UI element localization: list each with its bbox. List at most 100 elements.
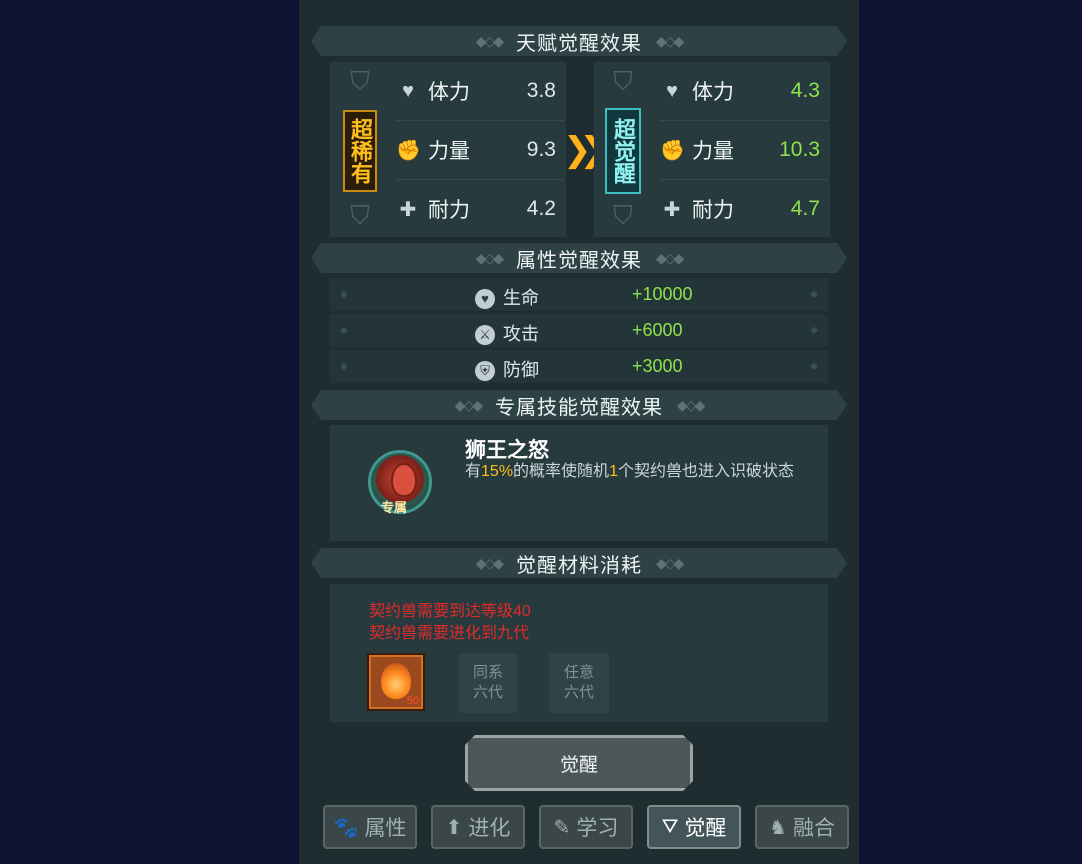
stat-value: 10.3 bbox=[779, 138, 820, 161]
book-icon: ✎ bbox=[553, 816, 571, 839]
sword-icon: ⚔ bbox=[475, 325, 495, 346]
stat-value: 3.8 bbox=[526, 79, 556, 102]
ornament-right-icon: ◆◇◆ bbox=[656, 554, 683, 571]
stat-label: 力量 bbox=[428, 140, 470, 163]
attr-row-hp: ◆ ♥ 生命 +10000 ◆ bbox=[330, 278, 828, 311]
crest-bottom-icon: ⛉ bbox=[613, 200, 633, 230]
stat-row-endurance-before: ✚ 耐力 4.2 bbox=[396, 180, 564, 238]
stat-value: 4.2 bbox=[526, 197, 556, 220]
row-dot-icon: ◆ bbox=[340, 289, 348, 300]
section-banner-talent: ◆◇◆ 天赋觉醒效果 ◆◇◆ bbox=[311, 26, 847, 56]
attr-value: +10000 bbox=[632, 284, 693, 304]
stat-value: 4.3 bbox=[790, 79, 820, 102]
row-dot-icon: ◆ bbox=[810, 289, 818, 300]
attr-value: +3000 bbox=[632, 356, 683, 376]
beast-face-icon: ⛛ bbox=[661, 815, 679, 838]
section-banner-skill: ◆◇◆ 专属技能觉醒效果 ◆◇◆ bbox=[311, 390, 847, 420]
ornament-left-icon: ◆◇◆ bbox=[475, 554, 502, 571]
tab-label: 进化 bbox=[468, 817, 511, 840]
tab-label: 融合 bbox=[792, 817, 835, 840]
material-slot-same-type[interactable]: 同系 六代 bbox=[458, 653, 518, 713]
tab-merge[interactable]: ♞ 融合 bbox=[755, 805, 849, 849]
requirement-evolution: 契约兽需要进化到九代 bbox=[369, 625, 530, 642]
cross-shield-icon: ✚ bbox=[663, 198, 681, 221]
slot-label: 同系 bbox=[472, 664, 503, 681]
slot-label: 任意 bbox=[563, 664, 594, 681]
ornament-right-icon: ◆◇◆ bbox=[656, 249, 683, 266]
stat-row-strength-after: ✊ 力量 10.3 bbox=[660, 121, 828, 179]
attr-label-wrap: ⛨ 防御 bbox=[475, 356, 539, 382]
ornament-left-icon: ◆◇◆ bbox=[475, 249, 502, 266]
requirement-level: 契约兽需要到达等级40 bbox=[369, 603, 531, 620]
row-dot-icon: ◆ bbox=[810, 325, 818, 336]
egg-icon bbox=[391, 463, 417, 497]
tab-attributes[interactable]: 🐾 属性 bbox=[323, 805, 417, 849]
slot-label: 六代 bbox=[563, 684, 594, 701]
section-banner-material: ◆◇◆ 觉醒材料消耗 ◆◇◆ bbox=[311, 548, 847, 578]
stat-value: 4.7 bbox=[790, 197, 820, 220]
attr-label-wrap: ⚔ 攻击 bbox=[475, 320, 539, 346]
attr-label: 防御 bbox=[503, 360, 539, 380]
slot-label: 六代 bbox=[472, 684, 503, 701]
stat-label: 耐力 bbox=[428, 199, 470, 222]
attr-value: +6000 bbox=[632, 320, 683, 340]
skill-description: 有15%的概率使随机1个契约兽也进入识破状态 bbox=[465, 461, 825, 483]
paw-icon: 🐾 bbox=[333, 816, 359, 839]
ornament-left-icon: ◆◇◆ bbox=[454, 396, 481, 413]
stat-label: 耐力 bbox=[692, 199, 734, 222]
heart-shield-icon: ♥ bbox=[475, 289, 495, 310]
awaken-tag-super-awaken: 超觉醒 bbox=[605, 108, 641, 194]
section-banner-attribute: ◆◇◆ 属性觉醒效果 ◆◇◆ bbox=[311, 243, 847, 273]
material-slot-any[interactable]: 任意 六代 bbox=[549, 653, 609, 713]
stat-row-strength-before: ✊ 力量 9.3 bbox=[396, 121, 564, 179]
row-dot-icon: ◆ bbox=[340, 325, 348, 336]
attr-label: 生命 bbox=[503, 288, 539, 308]
ornament-right-icon: ◆◇◆ bbox=[677, 396, 704, 413]
tab-label: 学习 bbox=[576, 817, 619, 840]
tab-learn[interactable]: ✎ 学习 bbox=[539, 805, 633, 849]
material-slot-item[interactable]: 50 bbox=[367, 653, 425, 711]
attr-label: 攻击 bbox=[503, 324, 539, 344]
item-count: 50 bbox=[406, 695, 419, 707]
fist-icon: ✊ bbox=[396, 139, 421, 162]
skill-icon[interactable]: 专属 bbox=[368, 450, 432, 515]
arrow-up-icon: ⬆ bbox=[445, 816, 463, 839]
ornament-right-icon: ◆◇◆ bbox=[656, 32, 683, 49]
ornament-left-icon: ◆◇◆ bbox=[475, 32, 502, 49]
rarity-tag-super-rare: 超稀有 bbox=[343, 110, 377, 192]
attr-label-wrap: ♥ 生命 bbox=[475, 284, 539, 310]
desc-text: 有 bbox=[465, 463, 482, 480]
desc-text: 个契约兽也进入识破状态 bbox=[617, 463, 794, 480]
desc-text: 的概率使随机 bbox=[513, 463, 610, 480]
tab-awaken[interactable]: ⛛ 觉醒 bbox=[647, 805, 741, 849]
skill-name: 狮王之怒 bbox=[465, 439, 549, 462]
crest-top-icon: ⛉ bbox=[613, 66, 633, 96]
double-chevron-right-icon: ❯❯ bbox=[563, 131, 608, 169]
tab-label: 觉醒 bbox=[684, 817, 727, 840]
stat-row-stamina-after: ♥ 体力 4.3 bbox=[660, 62, 828, 120]
section-title: 属性觉醒效果 bbox=[516, 249, 642, 272]
shield-icon: ⛨ bbox=[475, 361, 495, 382]
crest-bottom-icon: ⛉ bbox=[350, 200, 370, 230]
heart-icon: ♥ bbox=[402, 79, 414, 102]
stat-label: 力量 bbox=[692, 140, 734, 163]
heart-icon: ♥ bbox=[666, 79, 678, 102]
fist-icon: ✊ bbox=[660, 139, 685, 162]
section-title: 专属技能觉醒效果 bbox=[495, 396, 663, 419]
flame-icon bbox=[381, 663, 411, 699]
row-dot-icon: ◆ bbox=[810, 361, 818, 372]
exclusive-badge: 专属 bbox=[381, 500, 408, 515]
row-dot-icon: ◆ bbox=[340, 361, 348, 372]
tab-evolve[interactable]: ⬆ 进化 bbox=[431, 805, 525, 849]
section-title: 天赋觉醒效果 bbox=[516, 32, 642, 55]
stat-value: 9.3 bbox=[526, 138, 556, 161]
crest-top-icon: ⛉ bbox=[350, 66, 370, 96]
attr-row-defense: ◆ ⛨ 防御 +3000 ◆ bbox=[330, 350, 828, 383]
cross-shield-icon: ✚ bbox=[399, 198, 417, 221]
awaken-button[interactable]: 觉醒 bbox=[465, 735, 693, 791]
stat-label: 体力 bbox=[692, 81, 734, 104]
stat-row-endurance-after: ✚ 耐力 4.7 bbox=[660, 180, 828, 238]
tab-label: 属性 bbox=[364, 817, 407, 840]
merge-icon: ♞ bbox=[769, 816, 787, 839]
desc-percent: 15% bbox=[481, 463, 514, 480]
